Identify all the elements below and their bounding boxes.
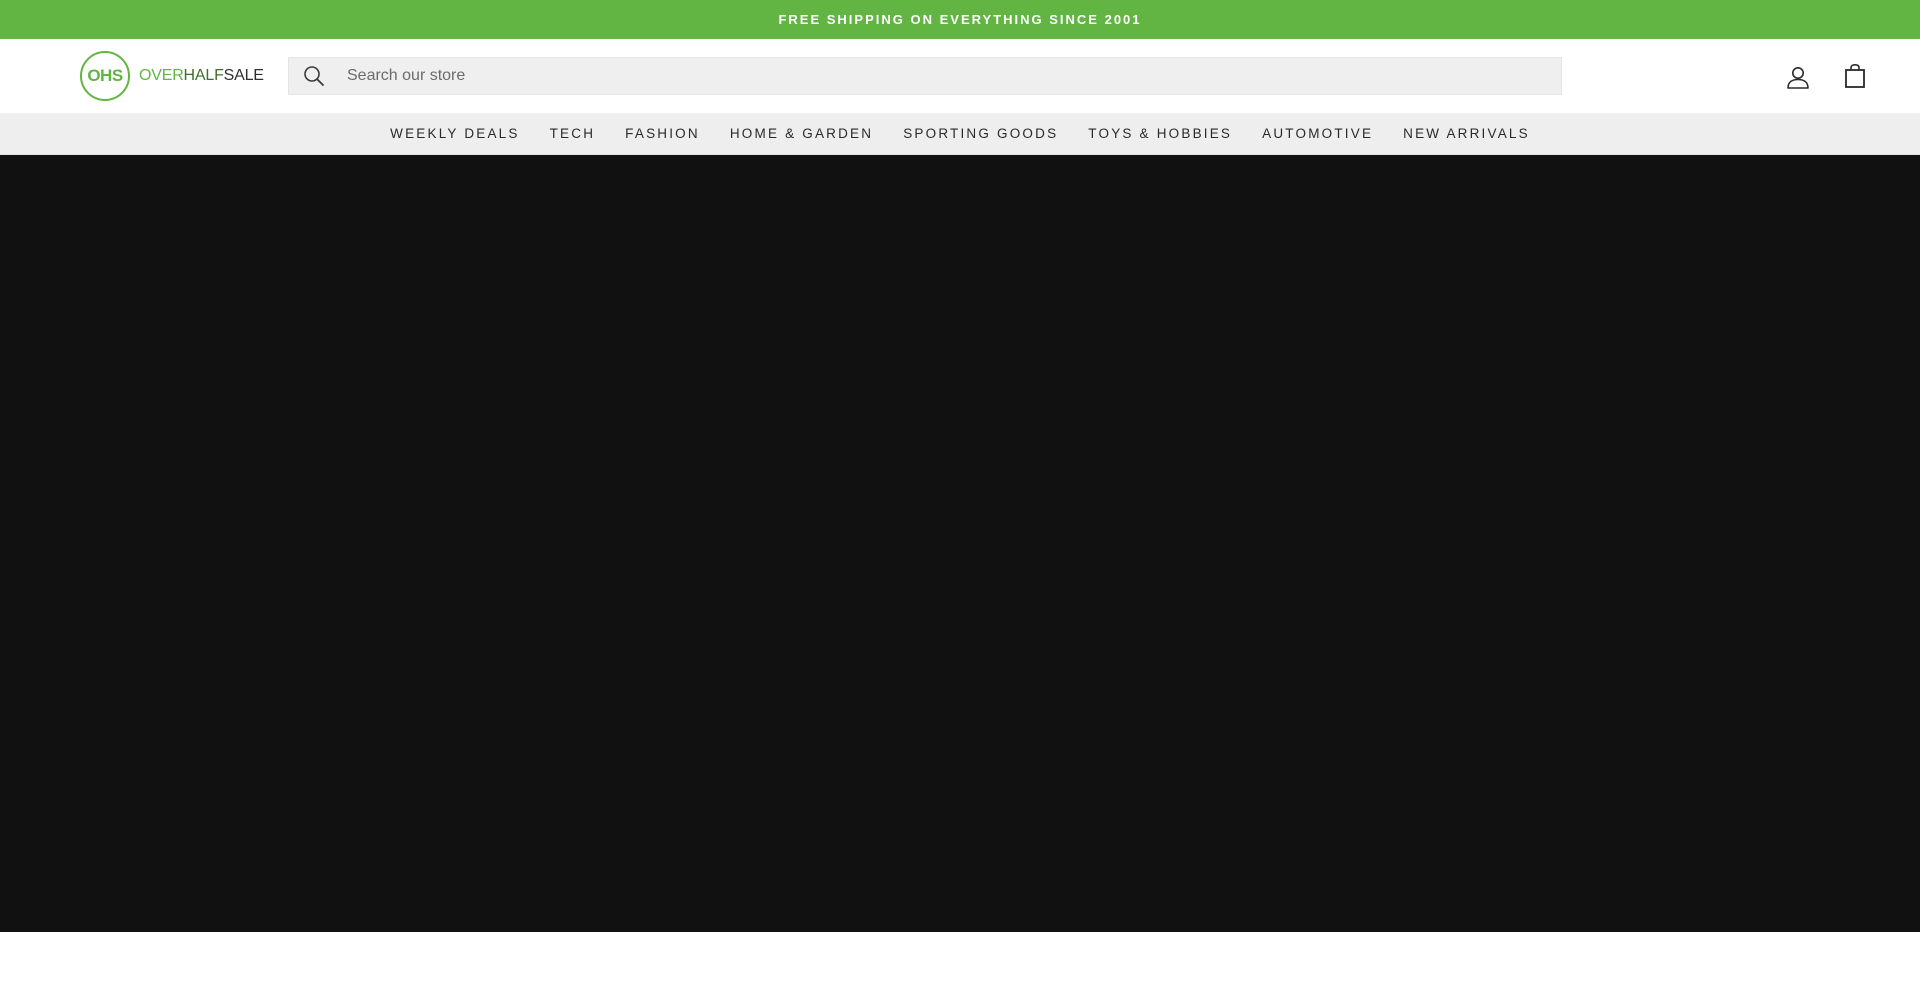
account-icon[interactable] — [1784, 63, 1812, 91]
nav-item-automotive[interactable]: AUTOMOTIVE — [1262, 126, 1373, 141]
logo-word-over: OVER — [139, 67, 184, 84]
logo-word-half: HALF — [183, 67, 224, 84]
logo-mark: OHS — [80, 51, 130, 101]
nav-item-home-garden[interactable]: HOME & GARDEN — [730, 126, 873, 141]
search-bar — [288, 57, 1562, 95]
nav-item-new-arrivals[interactable]: NEW ARRIVALS — [1403, 126, 1530, 141]
site-logo[interactable]: OHS OVERHALFSALE — [80, 51, 264, 101]
logo-word-sale: SALE — [223, 67, 264, 84]
nav-item-weekly-deals[interactable]: WEEKLY DEALS — [390, 126, 519, 141]
nav-item-sporting-goods[interactable]: SPORTING GOODS — [903, 126, 1058, 141]
search-input[interactable] — [345, 58, 1525, 94]
nav-item-toys-hobbies[interactable]: TOYS & HOBBIES — [1088, 126, 1232, 141]
hero-banner — [0, 155, 1920, 932]
cart-icon[interactable] — [1841, 61, 1869, 91]
nav-item-fashion[interactable]: FASHION — [625, 126, 700, 141]
site-header: OHS OVERHALFSALE — [0, 39, 1920, 113]
main-navigation: WEEKLY DEALS TECH FASHION HOME & GARDEN … — [0, 113, 1920, 155]
nav-item-tech[interactable]: TECH — [550, 126, 596, 141]
search-icon[interactable] — [293, 58, 335, 94]
logo-wordmark: OVERHALFSALE — [139, 67, 264, 85]
announcement-text: FREE SHIPPING ON EVERYTHING SINCE 2001 — [778, 12, 1142, 27]
announcement-bar: FREE SHIPPING ON EVERYTHING SINCE 2001 — [0, 0, 1920, 39]
